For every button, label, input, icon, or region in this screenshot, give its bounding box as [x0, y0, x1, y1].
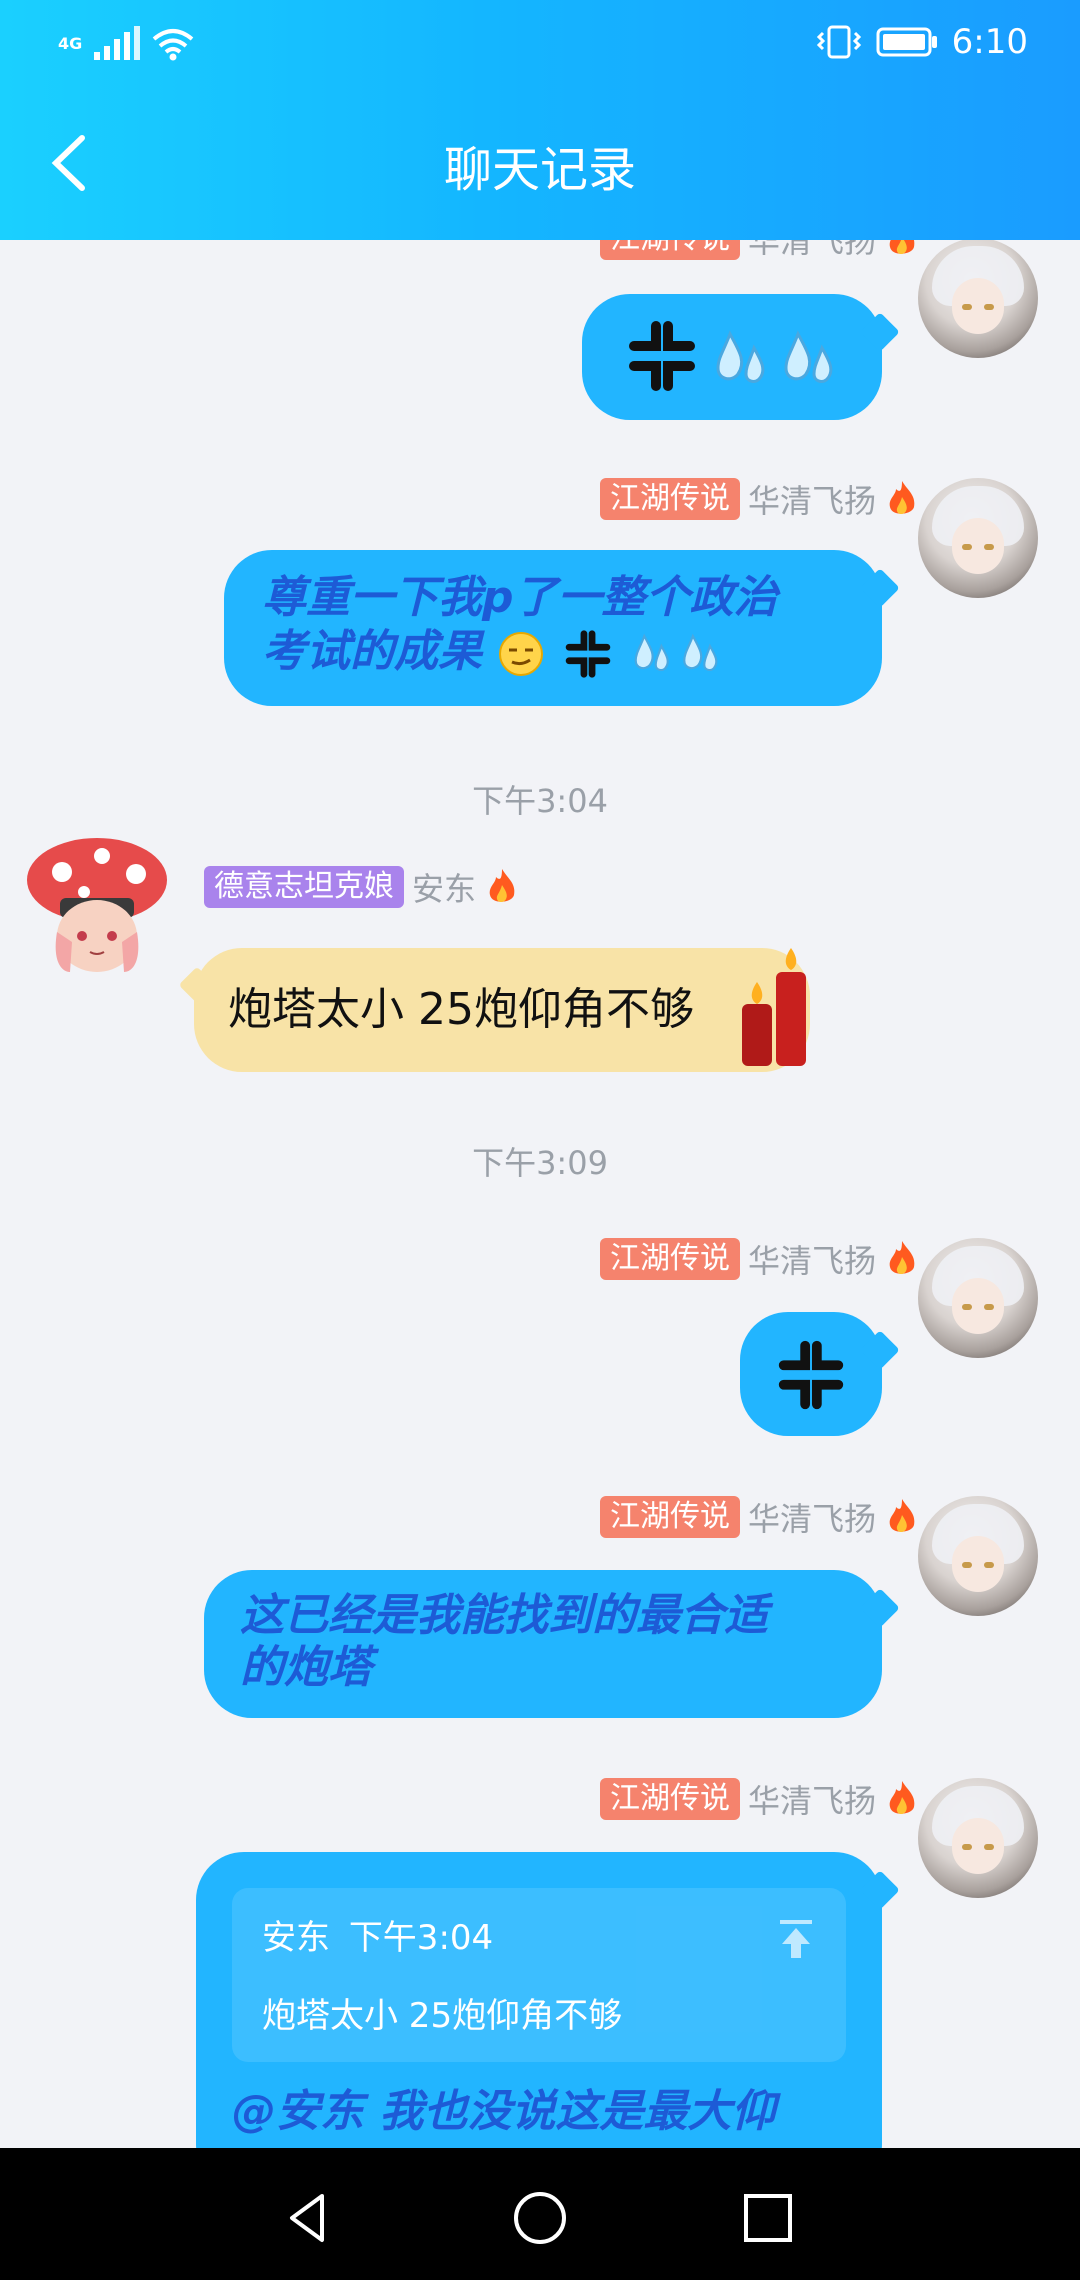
candle-sticker	[742, 948, 806, 1066]
page-title: 聊天记录	[443, 142, 636, 198]
message-meta: 德意志坦克娘 安东	[204, 866, 520, 908]
message-bubble[interactable]	[740, 1312, 882, 1436]
nav-recents-button[interactable]	[738, 2188, 798, 2248]
battery-icon	[876, 27, 937, 57]
message-text-row: 考试的成果	[262, 626, 730, 681]
title-badge: 江湖传说	[599, 1238, 740, 1280]
message-text-line: 这已经是我能找到的最合适	[240, 1590, 768, 1641]
sweat-drops-emoji	[634, 633, 718, 672]
quoted-message[interactable]: 安东 下午3:04 炮塔太小 25炮仰角不够	[232, 1888, 846, 2062]
fire-icon	[889, 1781, 915, 1814]
avatar[interactable]	[918, 1496, 1038, 1616]
sender-name: 华清飞扬	[747, 1782, 876, 1820]
message-bubble[interactable]: 尊重一下我p了一整个政治 考试的成果	[224, 550, 882, 706]
sender-name: 华清飞扬	[747, 1500, 876, 1538]
sender-name: 安东	[412, 870, 477, 908]
fire-icon	[889, 1499, 915, 1532]
sender-name: 华清飞扬	[747, 482, 876, 520]
message-bubble[interactable]: 炮塔太小 25炮仰角不够	[194, 948, 810, 1072]
vibrate-icon	[816, 25, 861, 59]
fire-icon	[889, 1241, 915, 1274]
quote-author: 安东	[262, 1918, 330, 1958]
title-badge: 江湖传说	[599, 240, 740, 260]
message-text: 炮塔太小 25炮仰角不够	[228, 984, 694, 1035]
time-separator: 下午3:09	[472, 1144, 608, 1182]
message-meta: 江湖传说 华清飞扬	[599, 240, 920, 260]
message-bubble[interactable]	[582, 294, 882, 420]
network-type: 4G	[58, 34, 83, 53]
system-nav-bar	[0, 2148, 1080, 2280]
sweat-drops-emoji	[716, 330, 833, 383]
status-left: 4G	[58, 26, 194, 62]
message-meta: 江湖传说 华清飞扬	[599, 1496, 920, 1538]
wifi-icon	[152, 29, 194, 61]
message-meta: 江湖传说 华清飞扬	[599, 1238, 920, 1280]
anger-emoji	[778, 1340, 844, 1410]
message-text-line: @安东 我也没说这是最大仰	[232, 2086, 776, 2137]
message-bubble[interactable]: 这已经是我能找到的最合适 的炮塔	[204, 1570, 882, 1718]
nav-home-button[interactable]	[510, 2188, 570, 2248]
avatar[interactable]	[918, 240, 1038, 358]
title-badge: 江湖传说	[599, 478, 740, 520]
fire-icon	[889, 481, 915, 514]
sender-name: 华清飞扬	[747, 1242, 876, 1280]
signal-icon	[94, 26, 141, 60]
scroll-to-quote-icon[interactable]	[774, 1916, 818, 1960]
avatar-image	[27, 838, 167, 972]
clock: 6:10	[951, 22, 1028, 62]
nav-back-icon	[290, 2194, 324, 2242]
message-text-line: 的炮塔	[240, 1642, 372, 1693]
message-meta: 江湖传说 华清飞扬	[599, 1778, 920, 1820]
anger-emoji	[629, 321, 695, 391]
nav-recents-icon	[744, 2194, 792, 2242]
quote-text: 炮塔太小 25炮仰角不够	[262, 1996, 623, 2036]
fire-icon	[889, 240, 915, 254]
avatar[interactable]	[918, 1778, 1038, 1898]
avatar-mushroom-girl[interactable]	[22, 832, 172, 982]
nav-home-icon	[514, 2192, 566, 2244]
chat-history[interactable]: 江湖传说 华清飞扬 江湖传说 华清飞扬 尊重一下我p了一整个政治 考试的成果	[0, 240, 1080, 2148]
avatar[interactable]	[918, 1238, 1038, 1358]
smirk-emoji	[499, 632, 544, 676]
fire-icon	[489, 869, 515, 902]
message-text-line: 尊重一下我p了一整个政治	[262, 572, 778, 623]
time-separator: 下午3:04	[472, 782, 608, 820]
nav-back-button[interactable]	[278, 2188, 338, 2248]
message-meta: 江湖传说 华清飞扬	[599, 478, 920, 520]
title-badge: 江湖传说	[599, 1496, 740, 1538]
sender-name: 华清飞扬	[747, 240, 876, 260]
avatar[interactable]	[918, 478, 1038, 598]
quote-header: 安东 下午3:04	[262, 1910, 493, 1959]
quote-time: 下午3:04	[348, 1918, 494, 1958]
message-bubble-with-reply[interactable]: 安东 下午3:04 炮塔太小 25炮仰角不够 @安东 我也没说这是最大仰	[196, 1852, 882, 2148]
top-bar: 4G 6:10 聊天记录	[0, 0, 1080, 240]
title-badge: 江湖传说	[599, 1778, 740, 1820]
status-right: 6:10	[816, 22, 1028, 62]
title-badge: 德意志坦克娘	[204, 866, 404, 908]
message-text-line: 考试的成果	[262, 626, 482, 677]
anger-emoji	[565, 630, 610, 678]
